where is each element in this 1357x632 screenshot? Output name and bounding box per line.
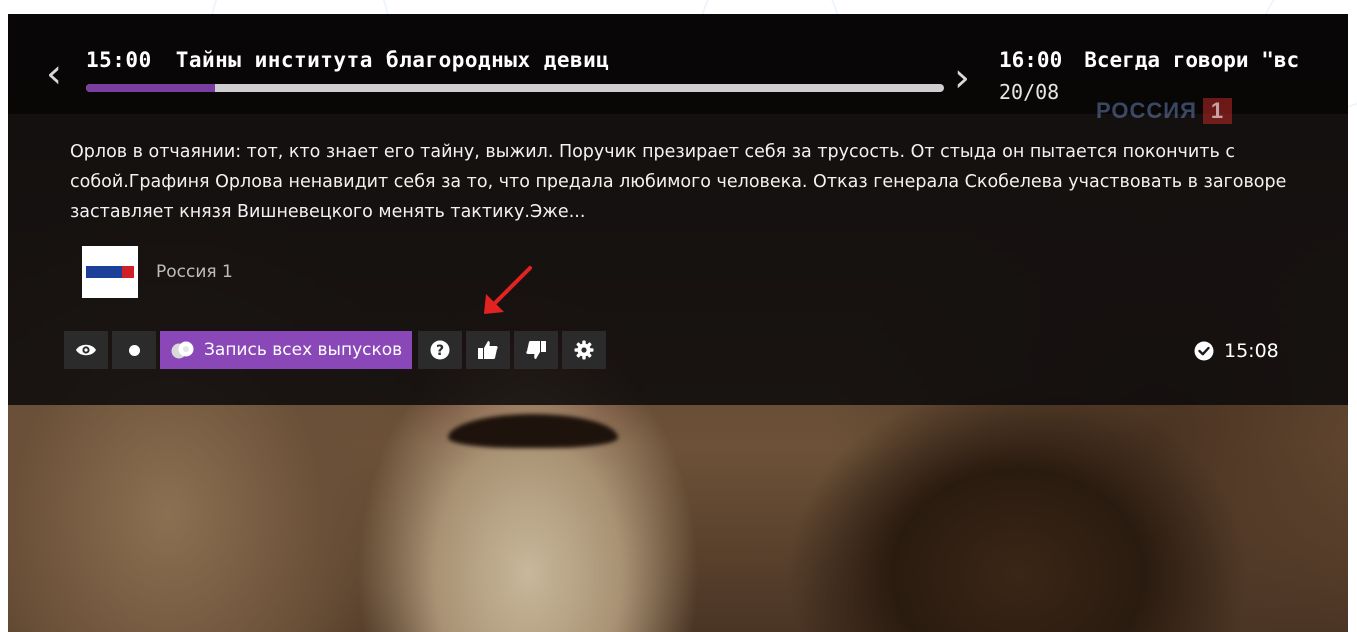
question-icon: ?	[430, 340, 450, 360]
current-program-title: 15:00 Тайны института благородных девиц	[86, 48, 609, 72]
page: РОССИЯ 1 ‹ 15:00 Тайны института благородн…	[0, 0, 1357, 632]
channel-name: Россия 1	[156, 262, 233, 282]
action-toolbar: Запись всех выпусков ?	[64, 331, 610, 369]
current-program-time: 15:00	[86, 48, 152, 72]
settings-button[interactable]	[562, 331, 607, 369]
current-time-text: 15:08	[1224, 340, 1279, 362]
check-circle-icon	[1194, 341, 1214, 361]
watch-button[interactable]	[64, 331, 108, 369]
next-program-date: 20/08	[999, 80, 1060, 104]
record-all-episodes-label: Запись всех выпусков	[204, 340, 403, 360]
record-dot-icon	[128, 344, 140, 356]
eye-icon	[76, 344, 96, 356]
next-program-arrow-icon[interactable]: ›	[954, 58, 970, 98]
gear-icon	[574, 340, 594, 360]
current-time: 15:08	[1194, 340, 1279, 362]
channel-info: Россия 1	[82, 246, 233, 298]
program-description: Орлов в отчаянии: тот, кто знает его тай…	[70, 142, 1287, 222]
watermark-text: РОССИЯ	[1096, 98, 1197, 123]
thumbs-up-icon	[478, 341, 498, 359]
svg-text:?: ?	[436, 343, 444, 359]
previous-program-arrow-icon[interactable]: ‹	[46, 54, 62, 94]
help-button[interactable]: ?	[418, 331, 463, 369]
broadcast-watermark: РОССИЯ 1	[1096, 98, 1233, 124]
annotation-arrow-icon	[484, 266, 532, 314]
next-program-title[interactable]: 16:00 Всегда говори "вс	[999, 48, 1348, 72]
tv-screen: РОССИЯ 1 ‹ 15:00 Тайны института благородн…	[8, 14, 1348, 632]
russia-1-logo-icon	[82, 246, 138, 298]
record-button[interactable]	[112, 331, 156, 369]
program-progress-fill	[86, 84, 215, 92]
record-all-episodes-button[interactable]: Запись всех выпусков	[160, 331, 413, 369]
watermark-number: 1	[1202, 98, 1233, 124]
program-progress-bar	[86, 84, 944, 92]
next-program-name: Всегда говори "вс	[1084, 48, 1300, 72]
next-program-time: 16:00	[999, 48, 1063, 72]
like-button[interactable]	[466, 331, 511, 369]
dislike-button[interactable]	[514, 331, 559, 369]
thumbs-down-icon	[526, 341, 547, 359]
current-program-name: Тайны института благородных девиц	[175, 48, 610, 72]
series-record-icon	[170, 340, 196, 360]
